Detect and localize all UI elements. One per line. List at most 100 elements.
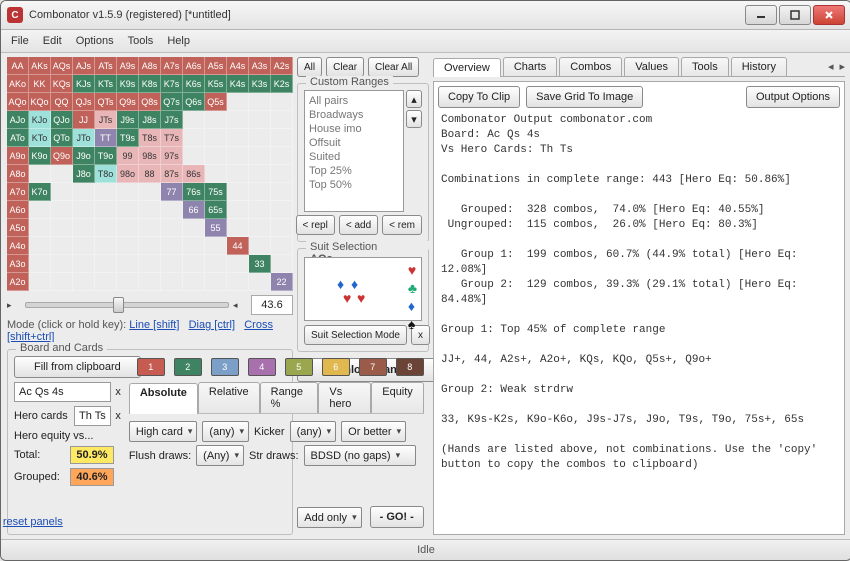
grid-cell[interactable]: A8s [139, 57, 161, 75]
grid-cell[interactable]: TT [95, 129, 117, 147]
grid-cell[interactable] [29, 201, 51, 219]
grid-cell[interactable] [51, 201, 73, 219]
range-list-item[interactable]: Top 50% [309, 178, 399, 192]
grid-cell[interactable]: ATo [7, 129, 29, 147]
grid-cell[interactable] [117, 273, 139, 291]
grid-cell[interactable]: 98o [117, 165, 139, 183]
grid-cell[interactable]: Q8s [139, 93, 161, 111]
grid-cell[interactable] [227, 111, 249, 129]
grid-cell[interactable] [73, 183, 95, 201]
grid-cell[interactable]: A9o [7, 147, 29, 165]
grid-cell[interactable] [29, 237, 51, 255]
grid-cell[interactable]: T8o [95, 165, 117, 183]
grid-cell[interactable]: A5s [205, 57, 227, 75]
grid-cell[interactable] [51, 255, 73, 273]
range-up-button[interactable]: ▴ [406, 90, 422, 108]
tab-charts[interactable]: Charts [503, 57, 557, 76]
grid-cell[interactable] [249, 183, 271, 201]
subtab-range-%[interactable]: Range % [260, 382, 319, 413]
output-text[interactable]: Combonator Output combonator.com Board: … [438, 110, 840, 530]
grid-cell[interactable] [139, 237, 161, 255]
grid-cell[interactable]: T9o [95, 147, 117, 165]
grid-cell[interactable] [73, 273, 95, 291]
grid-cell[interactable] [183, 147, 205, 165]
highcard-select[interactable]: High card [129, 421, 198, 442]
grid-cell[interactable] [95, 237, 117, 255]
range-down-button[interactable]: ▾ [406, 110, 422, 128]
grid-cell[interactable]: 88 [139, 165, 161, 183]
clearall-button[interactable]: Clear All [368, 57, 419, 77]
hero-clear-x[interactable]: x [115, 410, 121, 422]
grid-cell[interactable]: Q9o [51, 147, 73, 165]
grid-cell[interactable] [117, 237, 139, 255]
hero-cards-input[interactable]: Th Ts [74, 406, 111, 426]
grid-cell[interactable] [205, 111, 227, 129]
grid-cell[interactable] [139, 273, 161, 291]
subtab-vs-hero[interactable]: Vs hero [318, 382, 371, 413]
grid-cell[interactable] [183, 255, 205, 273]
group-swatch-1[interactable]: 1 [137, 358, 165, 376]
grid-cell[interactable] [117, 201, 139, 219]
grid-cell[interactable]: A3s [249, 57, 271, 75]
grid-cell[interactable] [205, 255, 227, 273]
group-swatch-5[interactable]: 5 [285, 358, 313, 376]
club-icon[interactable]: ♣ [408, 280, 417, 296]
grid-cell[interactable]: 76s [183, 183, 205, 201]
grid-cell[interactable]: QTs [95, 93, 117, 111]
grid-cell[interactable] [271, 183, 293, 201]
grid-cell[interactable]: 55 [205, 219, 227, 237]
slider-left-icon[interactable]: ▸ [7, 300, 21, 311]
mode-diag-link[interactable]: Diag [ctrl] [189, 319, 235, 331]
grid-cell[interactable]: A6o [7, 201, 29, 219]
subtab-equity[interactable]: Equity [371, 382, 424, 413]
grid-cell[interactable]: AQs [51, 57, 73, 75]
grid-cell[interactable] [249, 93, 271, 111]
range-add-button[interactable]: < add [339, 215, 378, 235]
heart-icon[interactable]: ♥ [408, 262, 417, 278]
grid-cell[interactable] [51, 183, 73, 201]
grid-cell[interactable] [161, 237, 183, 255]
grid-cell[interactable]: T9s [117, 129, 139, 147]
grid-cell[interactable] [73, 201, 95, 219]
grid-cell[interactable]: A4o [7, 237, 29, 255]
tab-values[interactable]: Values [624, 57, 679, 76]
grid-cell[interactable]: QQ [51, 93, 73, 111]
grid-cell[interactable] [161, 201, 183, 219]
highcard-any-select[interactable]: (any) [202, 421, 249, 442]
grid-cell[interactable]: 87s [161, 165, 183, 183]
grid-cell[interactable]: AQo [7, 93, 29, 111]
grid-cell[interactable]: KQo [29, 93, 51, 111]
grid-cell[interactable]: AJs [73, 57, 95, 75]
grid-cell[interactable] [183, 237, 205, 255]
grid-cell[interactable] [271, 219, 293, 237]
grid-cell[interactable] [249, 237, 271, 255]
menu-options[interactable]: Options [76, 35, 114, 47]
grid-cell[interactable] [183, 129, 205, 147]
grid-cell[interactable]: KJs [73, 75, 95, 93]
grid-cell[interactable]: AKo [7, 75, 29, 93]
tab-next-icon[interactable]: ▸ [839, 60, 845, 73]
grid-cell[interactable] [271, 111, 293, 129]
range-repl-button[interactable]: < repl [296, 215, 335, 235]
group-swatch-7[interactable]: 7 [359, 358, 387, 376]
grid-cell[interactable] [51, 219, 73, 237]
grid-cell[interactable]: K2s [271, 75, 293, 93]
grid-cell[interactable]: JTo [73, 129, 95, 147]
tab-combos[interactable]: Combos [559, 57, 622, 76]
strdraws-select[interactable]: BDSD (no gaps) [304, 445, 416, 466]
grid-cell[interactable] [29, 273, 51, 291]
grid-cell[interactable]: AA [7, 57, 29, 75]
grid-cell[interactable]: 44 [227, 237, 249, 255]
tab-overview[interactable]: Overview [433, 58, 501, 77]
copy-to-clip-button[interactable]: Copy To Clip [438, 86, 520, 108]
grid-cell[interactable]: 77 [161, 183, 183, 201]
group-swatch-4[interactable]: 4 [248, 358, 276, 376]
grid-cell[interactable] [249, 147, 271, 165]
grid-cell[interactable]: K9s [117, 75, 139, 93]
menu-help[interactable]: Help [167, 35, 190, 47]
grid-cell[interactable]: 75s [205, 183, 227, 201]
grid-cell[interactable]: 66 [183, 201, 205, 219]
grid-cell[interactable] [51, 237, 73, 255]
grid-cell[interactable]: Q7s [161, 93, 183, 111]
grid-cell[interactable] [249, 129, 271, 147]
